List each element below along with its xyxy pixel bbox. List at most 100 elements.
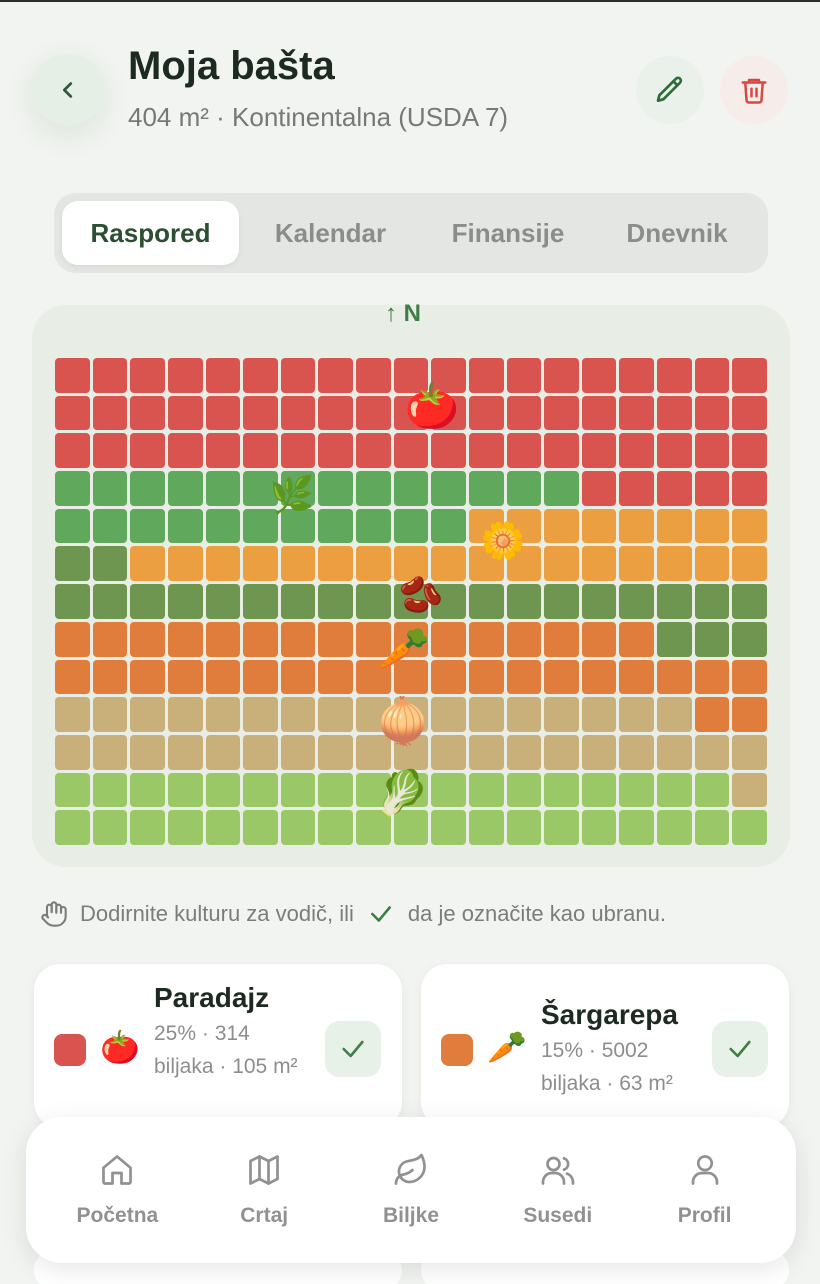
garden-cell[interactable] [544,697,579,732]
garden-cell[interactable] [431,734,466,770]
garden-cell[interactable] [506,584,542,619]
garden-cell[interactable] [544,734,579,770]
beans-icon[interactable]: 🫘 [393,578,449,614]
garden-cell[interactable] [167,546,203,582]
garden-cell[interactable] [468,621,504,657]
garden-cell[interactable] [205,810,241,845]
garden-cell[interactable] [243,584,278,619]
garden-cell[interactable] [205,546,241,582]
garden-cell[interactable] [694,810,730,845]
garden-cell[interactable] [167,508,203,544]
garden-cell[interactable] [280,433,316,469]
garden-cell[interactable] [243,772,278,808]
garden-cell[interactable] [431,810,466,845]
garden-cell[interactable] [468,358,504,393]
nav-item-biljke[interactable]: Biljke [346,1152,476,1228]
garden-cell[interactable] [694,772,730,808]
garden-cell[interactable] [581,697,617,732]
garden-cell[interactable] [581,772,617,808]
garden-cell[interactable] [205,659,241,695]
garden-cell[interactable] [92,621,128,657]
garden-cell[interactable] [92,358,128,393]
garden-cell[interactable] [468,471,504,506]
mark-harvested-button[interactable] [325,1021,381,1077]
garden-cell[interactable] [280,358,316,393]
garden-cell[interactable] [318,395,354,431]
garden-cell[interactable] [205,433,241,469]
garden-cell[interactable] [130,772,165,808]
nav-item-profil[interactable]: Profil [640,1152,770,1228]
garden-cell[interactable] [393,508,429,544]
garden-cell[interactable] [280,810,316,845]
garden-cell[interactable] [732,395,767,431]
mark-harvested-button[interactable] [712,1021,768,1077]
garden-cell[interactable] [732,621,767,657]
garden-cell[interactable] [205,358,241,393]
garden-cell[interactable] [581,433,617,469]
garden-cell[interactable] [544,508,579,544]
garden-cell[interactable] [55,734,90,770]
garden-cell[interactable] [544,433,579,469]
garden-cell[interactable] [205,621,241,657]
garden-cell[interactable] [167,810,203,845]
garden-cell[interactable] [205,772,241,808]
garden-cell[interactable] [243,433,278,469]
garden-cell[interactable] [356,395,391,431]
garden-cell[interactable] [506,810,542,845]
garden-cell[interactable] [318,659,354,695]
garden-cell[interactable] [619,433,655,469]
garden-cell[interactable] [657,734,692,770]
lettuce-icon[interactable]: 🥬 [374,772,430,816]
garden-cell[interactable] [431,433,466,469]
garden-cell[interactable] [130,584,165,619]
tab-raspored[interactable]: Raspored [62,201,239,265]
garden-cell[interactable] [92,546,128,582]
garden-cell[interactable] [318,772,354,808]
garden-cell[interactable] [544,395,579,431]
tab-dnevnik[interactable]: Dnevnik [594,201,760,265]
garden-cell[interactable] [506,697,542,732]
garden-cell[interactable] [694,734,730,770]
garden-cell[interactable] [657,659,692,695]
garden-cell[interactable] [506,358,542,393]
nav-item-pocetna[interactable]: Početna [52,1152,182,1228]
garden-cell[interactable] [92,584,128,619]
garden-cell[interactable] [318,734,354,770]
garden-cell[interactable] [55,621,90,657]
garden-cell[interactable] [619,584,655,619]
garden-cell[interactable] [581,734,617,770]
garden-cell[interactable] [657,395,692,431]
garden-cell[interactable] [657,508,692,544]
garden-cell[interactable] [506,772,542,808]
garden-cell[interactable] [506,659,542,695]
garden-cell[interactable] [130,433,165,469]
garden-cell[interactable] [619,772,655,808]
garden-cell[interactable] [167,772,203,808]
edit-button[interactable] [636,56,704,124]
garden-cell[interactable] [619,734,655,770]
garden-cell[interactable] [243,734,278,770]
garden-cell[interactable] [280,584,316,619]
garden-cell[interactable] [468,810,504,845]
crop-card-paradajz[interactable]: 🍅 Paradajz 25% · 314 biljaka · 105 m² [34,964,402,1128]
garden-cell[interactable] [619,508,655,544]
garden-cell[interactable] [167,584,203,619]
garden-cell[interactable] [657,358,692,393]
garden-cell[interactable] [205,508,241,544]
garden-cell[interactable] [694,471,730,506]
garden-cell[interactable] [205,734,241,770]
garden-cell[interactable] [92,734,128,770]
garden-cell[interactable] [167,358,203,393]
garden-cell[interactable] [356,471,391,506]
garden-cell[interactable] [318,584,354,619]
garden-cell[interactable] [468,395,504,431]
garden-cell[interactable] [130,697,165,732]
garden-cell[interactable] [243,659,278,695]
garden-cell[interactable] [393,471,429,506]
garden-cell[interactable] [694,584,730,619]
garden-cell[interactable] [581,584,617,619]
garden-cell[interactable] [732,584,767,619]
garden-cell[interactable] [732,772,767,808]
garden-cell[interactable] [318,471,354,506]
garden-cell[interactable] [55,659,90,695]
